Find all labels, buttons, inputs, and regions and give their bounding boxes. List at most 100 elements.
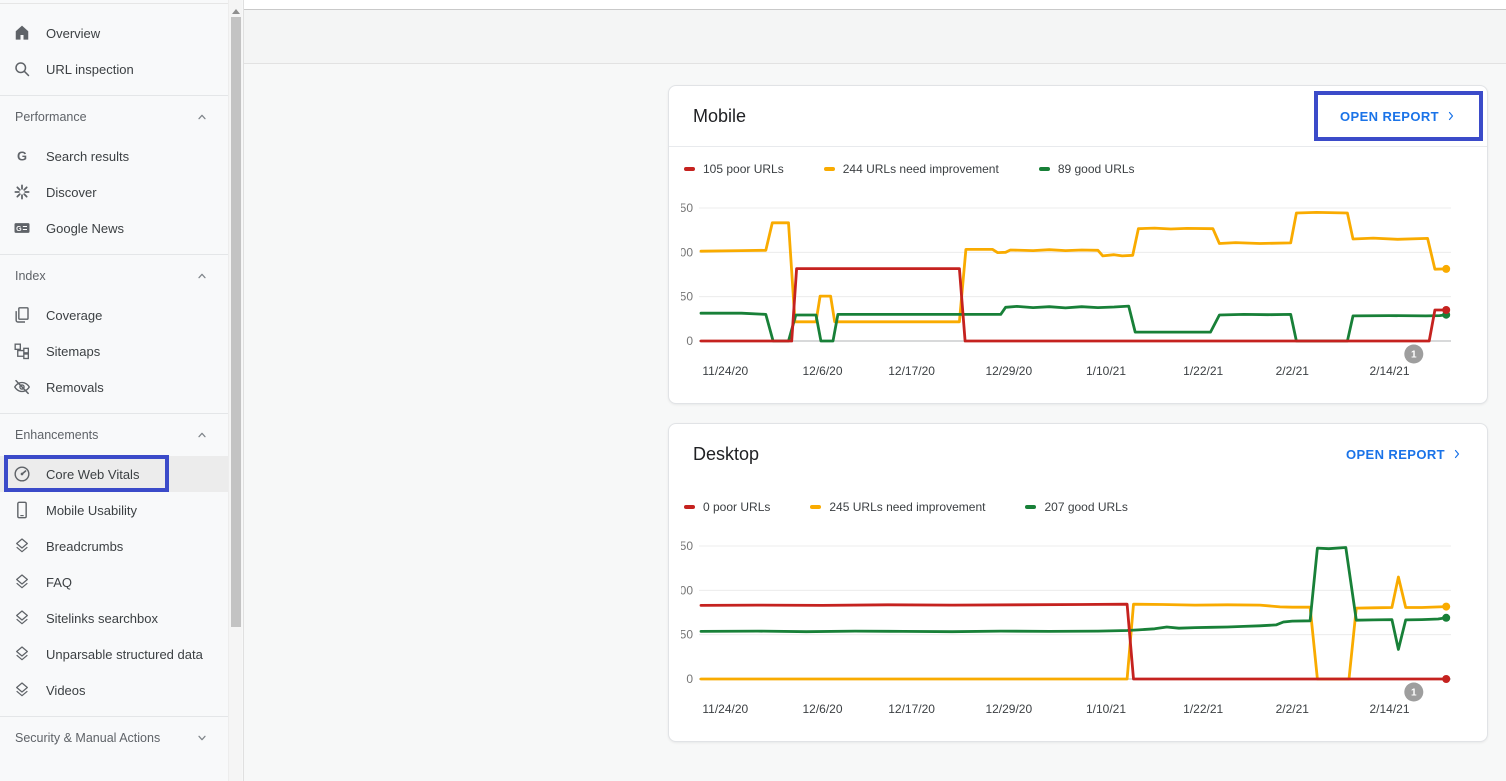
scrollbar-up-arrow-icon[interactable] [232, 9, 240, 14]
svg-text:12/17/20: 12/17/20 [888, 702, 935, 716]
google-g-icon: G [12, 146, 32, 166]
sidebar-item-url-inspection[interactable]: URL inspection [0, 51, 228, 87]
sidebar-item-videos[interactable]: Videos [0, 672, 228, 708]
svg-text:12/6/20: 12/6/20 [802, 702, 842, 716]
sidebar-item-label: Sitemaps [46, 344, 100, 359]
chevron-down-icon[interactable] [193, 729, 211, 747]
open-report-link[interactable]: OPEN REPORT [1346, 447, 1463, 462]
legend-item: 89 good URLs [1039, 162, 1135, 176]
open-report-link[interactable]: OPEN REPORT [1340, 109, 1457, 124]
card-title: Desktop [693, 444, 759, 465]
sidebar-item-faq[interactable]: FAQ [0, 564, 228, 600]
sidebar-item-label: Core Web Vitals [46, 467, 139, 482]
sidebar-item-label: URL inspection [46, 62, 134, 77]
mobile-report-card: Mobile OPEN REPORT 105 poor URLs 244 URLs… [668, 85, 1488, 404]
section-title: Security & Manual Actions [15, 731, 160, 745]
sidebar-item-label: Search results [46, 149, 129, 164]
chevron-up-icon[interactable] [193, 267, 211, 285]
sidebar-item-overview[interactable]: Overview [0, 15, 228, 51]
sidebar-scrollbar[interactable] [228, 0, 242, 781]
rich-result-icon [12, 536, 32, 556]
news-icon: G [12, 218, 32, 238]
card-header: Mobile OPEN REPORT [669, 86, 1487, 147]
sidebar-section-index[interactable]: Index [0, 255, 228, 297]
scrollbar-thumb[interactable] [231, 17, 241, 627]
sidebar-item-sitelinks-searchbox[interactable]: Sitelinks searchbox [0, 600, 228, 636]
chart-legend: 0 poor URLs 245 URLs need improvement 207 … [684, 500, 1128, 514]
svg-text:450: 450 [681, 539, 693, 553]
sidebar-item-label: Coverage [46, 308, 102, 323]
legend-item: 207 good URLs [1025, 500, 1127, 514]
legend-item: 245 URLs need improvement [810, 500, 985, 514]
chart-legend: 105 poor URLs 244 URLs need improvement 89… [684, 162, 1135, 176]
legend-item: 244 URLs need improvement [824, 162, 999, 176]
legend-item: 0 poor URLs [684, 500, 770, 514]
svg-text:1/10/21: 1/10/21 [1086, 702, 1126, 716]
legend-label: 244 URLs need improvement [843, 162, 999, 176]
rich-result-icon [12, 680, 32, 700]
sidebar-item-discover[interactable]: Discover [0, 174, 228, 210]
legend-swatch [684, 505, 695, 509]
sidebar-item-google-news[interactable]: G Google News [0, 210, 228, 246]
sidebar-item-breadcrumbs[interactable]: Breadcrumbs [0, 528, 228, 564]
smartphone-icon [12, 500, 32, 520]
legend-label: 105 poor URLs [703, 162, 784, 176]
sidebar-item-label: Overview [46, 26, 100, 41]
open-report-label: OPEN REPORT [1340, 109, 1439, 124]
sidebar-item-label: Removals [46, 380, 104, 395]
annotation-highlight-box: OPEN REPORT [1314, 91, 1483, 141]
svg-text:0: 0 [686, 672, 693, 686]
sidebar-item-label: Mobile Usability [46, 503, 137, 518]
top-bar [244, 0, 1506, 10]
open-report-label: OPEN REPORT [1346, 447, 1445, 462]
svg-text:300: 300 [681, 245, 693, 259]
legend-swatch [684, 167, 695, 171]
svg-text:2/2/21: 2/2/21 [1276, 702, 1310, 716]
svg-text:300: 300 [681, 583, 693, 597]
sidebar-section-performance[interactable]: Performance [0, 96, 228, 138]
svg-text:11/24/20: 11/24/20 [702, 364, 748, 378]
sidebar-item-core-web-vitals[interactable]: Core Web Vitals [0, 456, 228, 492]
legend-label: 207 good URLs [1044, 500, 1127, 514]
svg-text:12/17/20: 12/17/20 [888, 364, 935, 378]
svg-text:2/14/21: 2/14/21 [1369, 702, 1409, 716]
sidebar-item-label: Videos [46, 683, 86, 698]
card-title: Mobile [693, 106, 746, 127]
sidebar-item-search-results[interactable]: G Search results [0, 138, 228, 174]
sidebar-section-security-manual-actions[interactable]: Security & Manual Actions [0, 717, 228, 759]
sidebar-section-enhancements[interactable]: Enhancements [0, 414, 228, 456]
search-console-screen: Overview URL inspection Performance G Search… [0, 0, 1506, 781]
section-title: Performance [15, 110, 87, 124]
sidebar-item-mobile-usability[interactable]: Mobile Usability [0, 492, 228, 528]
sidebar-item-label: Google News [46, 221, 124, 236]
svg-text:12/6/20: 12/6/20 [802, 364, 842, 378]
sidebar-item-label: Breadcrumbs [46, 539, 123, 554]
sidebar-item-coverage[interactable]: Coverage [0, 297, 228, 333]
chevron-right-icon [1445, 110, 1457, 122]
svg-text:11/24/20: 11/24/20 [702, 702, 748, 716]
rich-result-icon [12, 572, 32, 592]
sidebar-item-label: Sitelinks searchbox [46, 611, 158, 626]
svg-text:1/22/21: 1/22/21 [1183, 702, 1223, 716]
legend-label: 89 good URLs [1058, 162, 1135, 176]
svg-text:1/22/21: 1/22/21 [1183, 364, 1223, 378]
legend-label: 245 URLs need improvement [829, 500, 985, 514]
sidebar-nav-list: Overview URL inspection Performance G Search… [0, 0, 228, 759]
sidebar-item-removals[interactable]: Removals [0, 369, 228, 405]
sidebar-item-label: Discover [46, 185, 97, 200]
chevron-up-icon[interactable] [193, 426, 211, 444]
sidebar-item-label: FAQ [46, 575, 72, 590]
card-header: Desktop OPEN REPORT [669, 424, 1487, 484]
legend-swatch [1025, 505, 1036, 509]
svg-text:12/29/20: 12/29/20 [985, 364, 1032, 378]
chevron-up-icon[interactable] [193, 108, 211, 126]
mobile-core-web-vitals-chart[interactable]: 015030045011/24/2012/6/2012/17/2012/29/2… [681, 201, 1469, 379]
svg-text:G: G [17, 148, 27, 163]
svg-text:0: 0 [686, 334, 693, 348]
toolbar-band [244, 10, 1506, 64]
sidebar-item-unparsable-structured-data[interactable]: Unparsable structured data [0, 636, 228, 672]
section-title: Index [15, 269, 46, 283]
sidebar-item-sitemaps[interactable]: Sitemaps [0, 333, 228, 369]
desktop-core-web-vitals-chart[interactable]: 015030045011/24/2012/6/2012/17/2012/29/2… [681, 539, 1469, 717]
speedometer-icon [12, 464, 32, 484]
